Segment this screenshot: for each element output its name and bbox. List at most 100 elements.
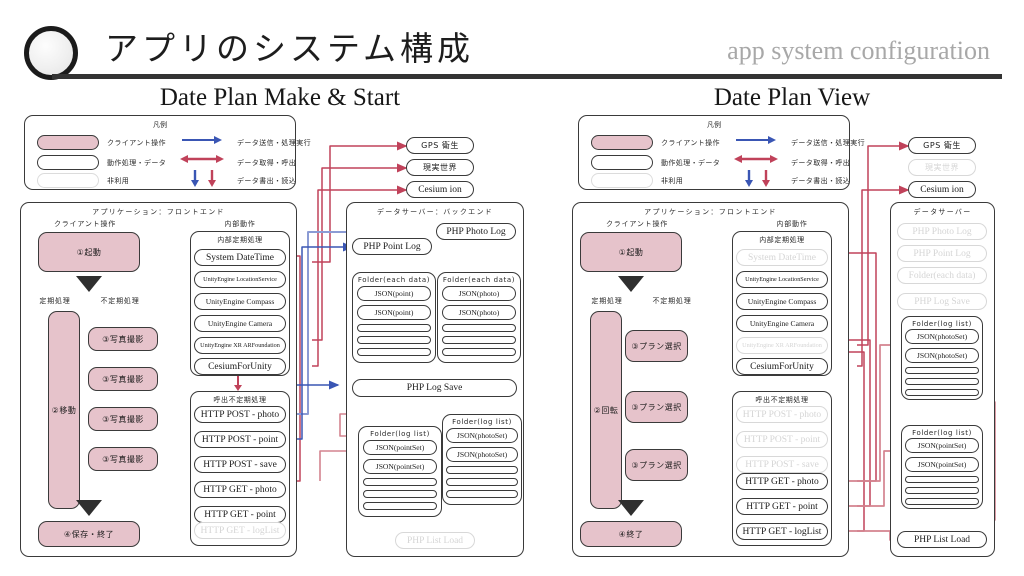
http-post-photo-right[interactable]: HTTP POST - photo	[736, 406, 828, 423]
client-col-label-right: クライアント操作	[605, 220, 669, 228]
http-get-photo-left[interactable]: HTTP GET - photo	[194, 481, 286, 498]
internal-item-arfoundation-right[interactable]: UnityEngine XR ARFoundation	[736, 337, 828, 354]
json-photoset-2-left[interactable]: JSON(photoSet)	[446, 447, 518, 462]
internal-item-locationservice-left[interactable]: UnityEngine LocationService	[194, 271, 286, 288]
legend-label-client-right: クライアント操作	[661, 139, 720, 147]
internal-item-camera-right[interactable]: UnityEngine Camera	[736, 315, 828, 332]
legend-arrow-icons	[180, 136, 224, 187]
legend-label-process: 動作処理・データ	[107, 159, 167, 167]
internal-aperiodic-title-left: 呼出不定期処理	[213, 396, 267, 404]
json-pointset-1-left[interactable]: JSON(pointSet)	[363, 440, 437, 455]
client-end-left[interactable]: ④保存・終了	[38, 521, 140, 547]
client-aperiodic-3-right[interactable]: ③プラン選択	[625, 449, 688, 481]
json-photoset-1-left[interactable]: JSON(photoSet)	[446, 428, 518, 443]
internal-item-compass-left[interactable]: UnityEngine Compass	[194, 293, 286, 310]
json-point-1-left[interactable]: JSON(point)	[357, 286, 431, 301]
flow-marker-1-left	[76, 276, 102, 292]
client-col-label-left: クライアント操作	[53, 220, 117, 228]
json-photoset-1-right[interactable]: JSON(photoSet)	[905, 329, 979, 344]
section-title-left: Date Plan Make & Start	[159, 84, 401, 111]
folder-photo-bar-2-left	[442, 336, 516, 344]
php-point-log-right[interactable]: PHP Point Log	[897, 245, 987, 262]
legend-title: 凡例	[153, 121, 167, 129]
php-list-load-right[interactable]: PHP List Load	[897, 531, 987, 548]
client-aperiodic-1-left[interactable]: ③写真撮影	[88, 327, 158, 351]
http-get-loglist-left[interactable]: HTTP GET - logList	[194, 522, 286, 539]
legend-swatch-unused	[37, 173, 99, 188]
legend-label-unused: 非利用	[107, 177, 130, 185]
periodic-label-left: 定期処理	[39, 297, 71, 305]
flow-marker-2-right	[618, 500, 644, 516]
internal-col-label-right: 内部動作	[776, 220, 808, 228]
http-post-point-left[interactable]: HTTP POST - point	[194, 431, 286, 448]
http-get-photo-right[interactable]: HTTP GET - photo	[736, 473, 828, 490]
backend-panel-title-right: データサーバー	[913, 208, 972, 216]
http-get-loglist-right[interactable]: HTTP GET - logList	[736, 523, 828, 540]
internal-item-locationservice-right[interactable]: UnityEngine LocationService	[736, 271, 828, 288]
aperiodic-label-left: 不定期処理	[100, 297, 140, 305]
folder-pointset-title-right: Folder(log list)	[912, 429, 972, 437]
http-post-save-left[interactable]: HTTP POST - save	[194, 456, 286, 473]
folder-pointset-bar-2-right	[905, 487, 979, 494]
client-aperiodic-3-left[interactable]: ③写真撮影	[88, 407, 158, 431]
client-aperiodic-2-right[interactable]: ③プラン選択	[625, 391, 688, 423]
folder-point-bar-3-left	[357, 348, 431, 356]
external-gps-left: GPS 衛生	[406, 137, 474, 154]
client-periodic-left[interactable]: ②移動	[48, 311, 80, 509]
php-log-save-left[interactable]: PHP Log Save	[352, 379, 517, 397]
external-cesium-left: Cesium ion	[406, 181, 474, 198]
folder-point-bar-1-left	[357, 324, 431, 332]
folder-photoset-bar-2-left	[446, 478, 518, 486]
json-photoset-2-right[interactable]: JSON(photoSet)	[905, 348, 979, 363]
folder-pointset-bar-1-right	[905, 476, 979, 483]
internal-col-label-left: 内部動作	[224, 220, 256, 228]
external-gps-right: GPS 衛生	[908, 137, 976, 154]
folder-photoset-bar-3-left	[446, 490, 518, 498]
client-aperiodic-4-left[interactable]: ③写真撮影	[88, 447, 158, 471]
client-aperiodic-2-left[interactable]: ③写真撮影	[88, 367, 158, 391]
aperiodic-label-right: 不定期処理	[652, 297, 692, 305]
folder-each-data-right[interactable]: Folder(each data)	[897, 267, 987, 284]
json-photo-2-left[interactable]: JSON(photo)	[442, 305, 516, 320]
client-periodic-right[interactable]: ②回転	[590, 311, 622, 509]
json-pointset-2-left[interactable]: JSON(pointSet)	[363, 459, 437, 474]
internal-periodic-title-left: 内部定期処理	[217, 236, 263, 244]
http-get-point-right[interactable]: HTTP GET - point	[736, 498, 828, 515]
php-list-load-left[interactable]: PHP List Load	[395, 532, 475, 549]
json-pointset-1-right[interactable]: JSON(pointSet)	[905, 438, 979, 453]
page-subtitle-en: app system configuration	[727, 36, 990, 65]
legend-arrowlabel-send: データ送信・処理実行	[237, 139, 311, 147]
internal-item-cesiumforunity-left[interactable]: CesiumForUnity	[194, 358, 286, 375]
folder-photoset-title-right: Folder(log list)	[912, 320, 972, 328]
legend-swatch-client-right	[591, 135, 653, 150]
client-start-left[interactable]: ①起動	[38, 232, 140, 272]
json-photo-1-left[interactable]: JSON(photo)	[442, 286, 516, 301]
internal-flow-arrow-left	[234, 376, 242, 391]
external-cesium-right: Cesium ion	[908, 181, 976, 198]
internal-item-arfoundation-left[interactable]: UnityEngine XR ARFoundation	[194, 337, 286, 354]
http-post-save-right[interactable]: HTTP POST - save	[736, 456, 828, 473]
internal-item-camera-left[interactable]: UnityEngine Camera	[194, 315, 286, 332]
page-title-jp: アプリのシステム構成	[105, 29, 475, 68]
header-divider	[52, 74, 1002, 79]
json-pointset-2-right[interactable]: JSON(pointSet)	[905, 457, 979, 472]
legend-right: 凡例 クライアント操作 動作処理・データ 非利用 データ送信・処理実行 データ取…	[578, 115, 865, 190]
folder-point-title-left: Folder(each data)	[357, 276, 431, 284]
internal-item-systemdatetime-right[interactable]: System DateTime	[736, 249, 828, 266]
flow-marker-2-left	[76, 500, 102, 516]
internal-item-compass-right[interactable]: UnityEngine Compass	[736, 293, 828, 310]
http-get-point-left[interactable]: HTTP GET - point	[194, 506, 286, 523]
internal-item-systemdatetime-left[interactable]: System DateTime	[194, 249, 286, 266]
client-start-right[interactable]: ①起動	[580, 232, 682, 272]
client-end-right[interactable]: ④終了	[580, 521, 682, 547]
json-point-2-left[interactable]: JSON(point)	[357, 305, 431, 320]
internal-item-cesiumforunity-right[interactable]: CesiumForUnity	[736, 358, 828, 375]
http-post-point-right[interactable]: HTTP POST - point	[736, 431, 828, 448]
client-aperiodic-1-right[interactable]: ③プラン選択	[625, 330, 688, 362]
legend-label-process-right: 動作処理・データ	[661, 159, 721, 167]
php-log-save-right[interactable]: PHP Log Save	[897, 293, 987, 310]
php-photo-log-right[interactable]: PHP Photo Log	[897, 223, 987, 240]
http-post-photo-left[interactable]: HTTP POST - photo	[194, 406, 286, 423]
php-point-log-left[interactable]: PHP Point Log	[352, 238, 432, 255]
php-photo-log-left[interactable]: PHP Photo Log	[436, 223, 516, 240]
